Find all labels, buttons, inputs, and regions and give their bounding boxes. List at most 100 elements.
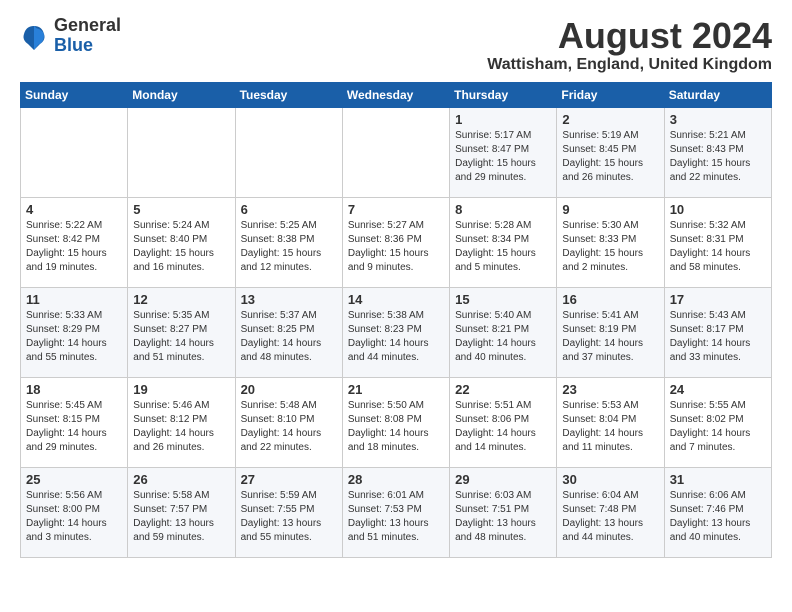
day-number: 3	[670, 112, 766, 127]
calendar-cell: 11 Sunrise: 5:33 AM Sunset: 8:29 PM Dayli…	[21, 287, 128, 377]
calendar-cell: 24 Sunrise: 5:55 AM Sunset: 8:02 PM Dayli…	[664, 377, 771, 467]
calendar-cell: 3 Sunrise: 5:21 AM Sunset: 8:43 PM Daylig…	[664, 107, 771, 197]
day-number: 19	[133, 382, 229, 397]
day-number: 9	[562, 202, 658, 217]
calendar-cell: 1 Sunrise: 5:17 AM Sunset: 8:47 PM Daylig…	[450, 107, 557, 197]
day-number: 24	[670, 382, 766, 397]
calendar-cell: 4Sunrise: 5:22 AM Sunset: 8:42 PM Daylig…	[21, 197, 128, 287]
calendar-cell: 8Sunrise: 5:28 AM Sunset: 8:34 PM Daylig…	[450, 197, 557, 287]
day-info: Sunrise: 5:17 AM Sunset: 8:47 PM Dayligh…	[455, 129, 551, 185]
day-number: 12	[133, 292, 229, 307]
logo-blue-text: Blue	[54, 36, 121, 56]
day-number: 2	[562, 112, 658, 127]
day-number: 29	[455, 472, 551, 487]
day-number: 22	[455, 382, 551, 397]
day-info: Sunrise: 5:40 AM Sunset: 8:21 PM Dayligh…	[455, 309, 551, 365]
day-number: 17	[670, 292, 766, 307]
calendar-cell: 10Sunrise: 5:32 AM Sunset: 8:31 PM Dayli…	[664, 197, 771, 287]
calendar-week-row: 4Sunrise: 5:22 AM Sunset: 8:42 PM Daylig…	[21, 197, 772, 287]
day-info: Sunrise: 6:03 AM Sunset: 7:51 PM Dayligh…	[455, 489, 551, 545]
weekday-header-row: SundayMondayTuesdayWednesdayThursdayFrid…	[21, 82, 772, 107]
day-number: 10	[670, 202, 766, 217]
calendar-cell: 12Sunrise: 5:35 AM Sunset: 8:27 PM Dayli…	[128, 287, 235, 377]
calendar-cell: 6Sunrise: 5:25 AM Sunset: 8:38 PM Daylig…	[235, 197, 342, 287]
weekday-header-saturday: Saturday	[664, 82, 771, 107]
calendar-cell: 5Sunrise: 5:24 AM Sunset: 8:40 PM Daylig…	[128, 197, 235, 287]
calendar-cell: 23 Sunrise: 5:53 AM Sunset: 8:04 PM Dayli…	[557, 377, 664, 467]
day-info: Sunrise: 5:48 AM Sunset: 8:10 PM Dayligh…	[241, 399, 337, 455]
day-info: Sunrise: 6:06 AM Sunset: 7:46 PM Dayligh…	[670, 489, 766, 545]
calendar-cell: 14 Sunrise: 5:38 AM Sunset: 8:23 PM Dayli…	[342, 287, 449, 377]
calendar-cell	[342, 107, 449, 197]
day-info: Sunrise: 6:04 AM Sunset: 7:48 PM Dayligh…	[562, 489, 658, 545]
weekday-header-thursday: Thursday	[450, 82, 557, 107]
calendar-cell: 29 Sunrise: 6:03 AM Sunset: 7:51 PM Dayli…	[450, 467, 557, 557]
day-info: Sunrise: 5:50 AM Sunset: 8:08 PM Dayligh…	[348, 399, 444, 455]
day-info: Sunrise: 5:51 AM Sunset: 8:06 PM Dayligh…	[455, 399, 551, 455]
day-info: Sunrise: 5:21 AM Sunset: 8:43 PM Dayligh…	[670, 129, 766, 185]
calendar-cell: 9 Sunrise: 5:30 AM Sunset: 8:33 PM Daylig…	[557, 197, 664, 287]
day-info: Sunrise: 5:24 AM Sunset: 8:40 PM Dayligh…	[133, 219, 229, 275]
day-info: Sunrise: 5:19 AM Sunset: 8:45 PM Dayligh…	[562, 129, 658, 185]
day-info: Sunrise: 6:01 AM Sunset: 7:53 PM Dayligh…	[348, 489, 444, 545]
calendar-week-row: 18 Sunrise: 5:45 AM Sunset: 8:15 PM Dayli…	[21, 377, 772, 467]
calendar-cell: 16Sunrise: 5:41 AM Sunset: 8:19 PM Dayli…	[557, 287, 664, 377]
day-info: Sunrise: 5:37 AM Sunset: 8:25 PM Dayligh…	[241, 309, 337, 365]
day-number: 27	[241, 472, 337, 487]
day-number: 11	[26, 292, 122, 307]
day-number: 14	[348, 292, 444, 307]
calendar-cell	[235, 107, 342, 197]
calendar-week-row: 25 Sunrise: 5:56 AM Sunset: 8:00 PM Dayli…	[21, 467, 772, 557]
day-number: 1	[455, 112, 551, 127]
day-info: Sunrise: 5:53 AM Sunset: 8:04 PM Dayligh…	[562, 399, 658, 455]
day-number: 31	[670, 472, 766, 487]
logo-text: General Blue	[54, 16, 121, 56]
day-number: 30	[562, 472, 658, 487]
month-year-title: August 2024	[487, 16, 772, 56]
day-info: Sunrise: 5:45 AM Sunset: 8:15 PM Dayligh…	[26, 399, 122, 455]
day-number: 16	[562, 292, 658, 307]
day-number: 26	[133, 472, 229, 487]
calendar-cell	[128, 107, 235, 197]
day-number: 13	[241, 292, 337, 307]
calendar-cell: 13 Sunrise: 5:37 AM Sunset: 8:25 PM Dayli…	[235, 287, 342, 377]
day-info: Sunrise: 5:56 AM Sunset: 8:00 PM Dayligh…	[26, 489, 122, 545]
day-info: Sunrise: 5:58 AM Sunset: 7:57 PM Dayligh…	[133, 489, 229, 545]
calendar-cell: 2 Sunrise: 5:19 AM Sunset: 8:45 PM Daylig…	[557, 107, 664, 197]
calendar-cell: 30 Sunrise: 6:04 AM Sunset: 7:48 PM Dayli…	[557, 467, 664, 557]
day-info: Sunrise: 5:59 AM Sunset: 7:55 PM Dayligh…	[241, 489, 337, 545]
logo-general-text: General	[54, 16, 121, 36]
calendar-body: 1 Sunrise: 5:17 AM Sunset: 8:47 PM Daylig…	[21, 107, 772, 557]
day-number: 21	[348, 382, 444, 397]
calendar-cell: 17Sunrise: 5:43 AM Sunset: 8:17 PM Dayli…	[664, 287, 771, 377]
day-number: 7	[348, 202, 444, 217]
day-info: Sunrise: 5:33 AM Sunset: 8:29 PM Dayligh…	[26, 309, 122, 365]
calendar-cell: 7 Sunrise: 5:27 AM Sunset: 8:36 PM Daylig…	[342, 197, 449, 287]
calendar-cell: 21 Sunrise: 5:50 AM Sunset: 8:08 PM Dayli…	[342, 377, 449, 467]
calendar-cell: 28 Sunrise: 6:01 AM Sunset: 7:53 PM Dayli…	[342, 467, 449, 557]
logo: General Blue	[20, 16, 121, 56]
title-block: August 2024 Wattisham, England, United K…	[487, 16, 772, 74]
day-number: 23	[562, 382, 658, 397]
day-number: 18	[26, 382, 122, 397]
day-number: 8	[455, 202, 551, 217]
day-info: Sunrise: 5:27 AM Sunset: 8:36 PM Dayligh…	[348, 219, 444, 275]
weekday-header-monday: Monday	[128, 82, 235, 107]
day-info: Sunrise: 5:38 AM Sunset: 8:23 PM Dayligh…	[348, 309, 444, 365]
calendar-cell: 25 Sunrise: 5:56 AM Sunset: 8:00 PM Dayli…	[21, 467, 128, 557]
calendar-cell: 15 Sunrise: 5:40 AM Sunset: 8:21 PM Dayli…	[450, 287, 557, 377]
calendar-header: SundayMondayTuesdayWednesdayThursdayFrid…	[21, 82, 772, 107]
page-header: General Blue August 2024 Wattisham, Engl…	[20, 16, 772, 74]
calendar-week-row: 1 Sunrise: 5:17 AM Sunset: 8:47 PM Daylig…	[21, 107, 772, 197]
day-number: 25	[26, 472, 122, 487]
weekday-header-sunday: Sunday	[21, 82, 128, 107]
day-info: Sunrise: 5:55 AM Sunset: 8:02 PM Dayligh…	[670, 399, 766, 455]
calendar-cell: 26 Sunrise: 5:58 AM Sunset: 7:57 PM Dayli…	[128, 467, 235, 557]
weekday-header-friday: Friday	[557, 82, 664, 107]
day-info: Sunrise: 5:30 AM Sunset: 8:33 PM Dayligh…	[562, 219, 658, 275]
day-number: 15	[455, 292, 551, 307]
day-number: 28	[348, 472, 444, 487]
calendar-cell: 19Sunrise: 5:46 AM Sunset: 8:12 PM Dayli…	[128, 377, 235, 467]
day-info: Sunrise: 5:25 AM Sunset: 8:38 PM Dayligh…	[241, 219, 337, 275]
calendar-week-row: 11 Sunrise: 5:33 AM Sunset: 8:29 PM Dayli…	[21, 287, 772, 377]
